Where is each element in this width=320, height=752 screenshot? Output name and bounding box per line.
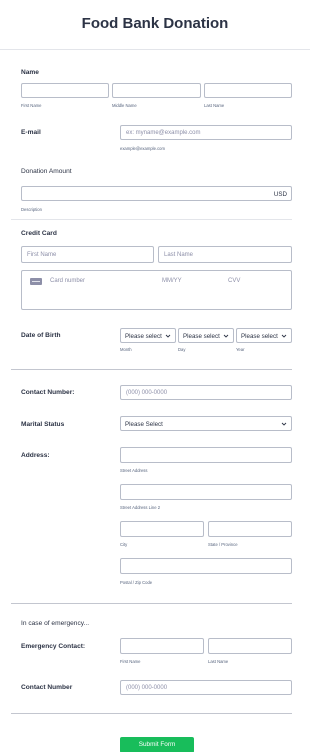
marital-status-label: Marital Status (21, 421, 65, 428)
dob-day-select[interactable]: Please select (178, 328, 234, 343)
card-details-box[interactable]: Card number MM/YY CVV (21, 270, 292, 310)
dob-year-select[interactable]: Please select (236, 328, 292, 343)
middle-name-input[interactable] (112, 83, 201, 98)
emergency-heading: In case of emergency... (21, 620, 90, 627)
address-label: Address: (21, 452, 50, 459)
emergency-last-name-sublabel: Last Name (208, 659, 229, 664)
donation-sublabel: Description (21, 207, 42, 212)
emergency-last-name-input[interactable] (208, 638, 292, 654)
dob-day-value: Please select (183, 333, 220, 340)
dob-month-select[interactable]: Please select (120, 328, 176, 343)
donation-amount-label: Donation Amount (21, 168, 72, 175)
first-name-sublabel: First Name (21, 103, 42, 108)
chevron-down-icon (281, 334, 287, 338)
contact-number-input[interactable]: (000) 000-0000 (120, 385, 292, 400)
cc-first-name-placeholder: First Name (27, 252, 57, 258)
emergency-contact-label: Emergency Contact: (21, 643, 86, 650)
cc-first-name-input[interactable]: First Name (21, 246, 154, 263)
email-field[interactable]: ex: myname@example.com (120, 125, 292, 140)
dob-month-value: Please select (125, 333, 162, 340)
cvv-placeholder[interactable]: CVV (228, 278, 240, 284)
cc-last-name-input[interactable]: Last Name (158, 246, 292, 263)
submit-button[interactable]: Submit Form (120, 737, 194, 752)
contact-number-placeholder: (000) 000-0000 (126, 390, 168, 396)
dob-month-sublabel: Month (120, 347, 132, 352)
email-sublabel: example@example.com (120, 146, 165, 151)
contact-number-label: Contact Number: (21, 389, 75, 396)
last-name-sublabel: Last Name (204, 103, 225, 108)
street-address-2-input[interactable] (120, 484, 292, 500)
dob-year-value: Please select (241, 333, 278, 340)
state-input[interactable] (208, 521, 292, 537)
dob-year-sublabel: Year (236, 347, 245, 352)
form-title: Food Bank Donation (81, 15, 229, 32)
donation-divider (11, 219, 292, 220)
street-address-input[interactable] (120, 447, 292, 463)
cc-last-name-placeholder: Last Name (164, 252, 194, 258)
section-divider (11, 369, 292, 370)
middle-name-sublabel: Middle Name (112, 103, 137, 108)
section-divider (11, 713, 292, 714)
city-sublabel: City (120, 542, 128, 547)
last-name-input[interactable] (204, 83, 292, 98)
emergency-first-name-sublabel: First Name (120, 659, 141, 664)
dob-label: Date of Birth (21, 332, 61, 339)
marital-status-select[interactable]: Please Select (120, 416, 292, 431)
dob-day-sublabel: Day (178, 347, 186, 352)
first-name-input[interactable] (21, 83, 109, 98)
card-number-placeholder[interactable]: Card number (50, 278, 85, 284)
emergency-first-name-input[interactable] (120, 638, 204, 654)
city-input[interactable] (120, 521, 204, 537)
street-address-sublabel: Street Address (120, 468, 148, 473)
postal-code-input[interactable] (120, 558, 292, 574)
emergency-number-placeholder: (000) 000-0000 (126, 685, 168, 691)
title-divider (0, 49, 310, 50)
section-divider (11, 603, 292, 604)
email-placeholder: ex: myname@example.com (126, 130, 201, 136)
chevron-down-icon (223, 334, 229, 338)
name-label: Name (21, 69, 39, 76)
emergency-number-label: Contact Number (21, 684, 73, 691)
email-label: E-mail (21, 129, 41, 136)
emergency-number-input[interactable]: (000) 000-0000 (120, 680, 292, 695)
marital-status-value: Please Select (125, 421, 163, 428)
credit-card-label: Credit Card (21, 230, 57, 237)
postal-code-sublabel: Postal / Zip Code (120, 580, 153, 585)
street-address-2-sublabel: Street Address Line 2 (120, 505, 161, 510)
expiry-placeholder[interactable]: MM/YY (162, 278, 182, 284)
state-sublabel: State / Province (208, 542, 238, 547)
donation-amount-input[interactable]: USD (21, 186, 292, 201)
chevron-down-icon (281, 422, 287, 426)
credit-card-icon (30, 278, 42, 285)
currency-label: USD (273, 191, 287, 198)
chevron-down-icon (165, 334, 171, 338)
